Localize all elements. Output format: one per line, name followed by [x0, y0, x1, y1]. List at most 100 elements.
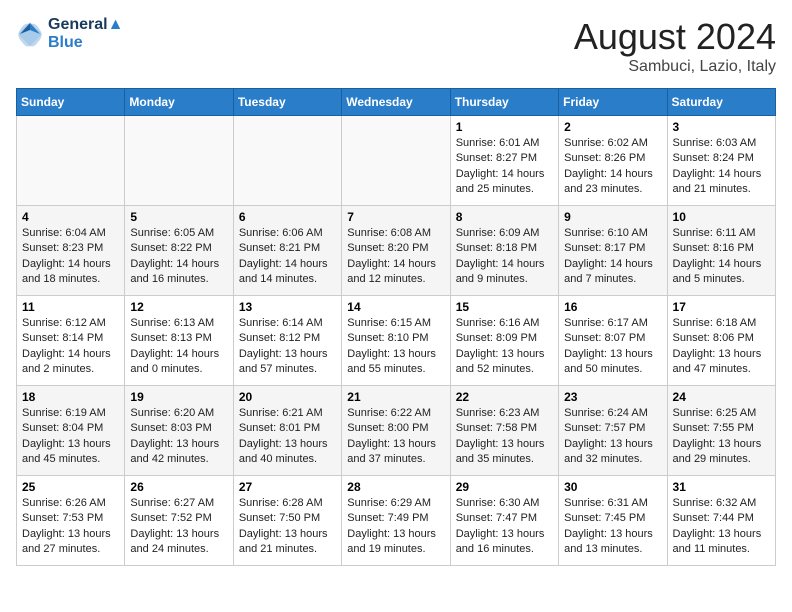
calendar-cell: 10Sunrise: 6:11 AM Sunset: 8:16 PM Dayli… — [667, 206, 775, 296]
calendar-cell: 27 Sunrise: 6:28 AM Sunset: 7:50 PM Dayli… — [233, 476, 341, 566]
day-info: Sunrise: 6:08 AM Sunset: 8:20 PM Dayligh… — [347, 226, 444, 288]
day-info: Sunrise: 6:06 AM Sunset: 8:21 PM Dayligh… — [239, 226, 336, 288]
weekday-monday: Monday — [125, 89, 233, 116]
weekday-sunday: Sunday — [17, 89, 125, 116]
day-info: Sunrise: 6:12 AM Sunset: 8:14 PM Dayligh… — [22, 316, 119, 378]
calendar-cell: 14Sunrise: 6:15 AM Sunset: 8:10 PM Dayli… — [342, 296, 450, 386]
day-info: Sunrise: 6:16 AM Sunset: 8:09 PM Dayligh… — [456, 316, 553, 378]
calendar-cell — [342, 116, 450, 206]
day-info: Sunrise: 6:10 AM Sunset: 8:17 PM Dayligh… — [564, 226, 661, 288]
weekday-tuesday: Tuesday — [233, 89, 341, 116]
day-info: Sunrise: 6:05 AM Sunset: 8:22 PM Dayligh… — [130, 226, 227, 288]
calendar-cell: 11 Sunrise: 6:12 AM Sunset: 8:14 PM Dayli… — [17, 296, 125, 386]
calendar-cell: 28Sunrise: 6:29 AM Sunset: 7:49 PM Dayli… — [342, 476, 450, 566]
day-info: Sunrise: 6:19 AM Sunset: 8:04 PM Dayligh… — [22, 406, 119, 468]
logo-text: General▲ Blue — [48, 16, 123, 52]
calendar-cell: 26 Sunrise: 6:27 AM Sunset: 7:52 PM Dayli… — [125, 476, 233, 566]
title-block: August 2024 Sambuci, Lazio, Italy — [574, 16, 776, 76]
calendar-cell: 16 Sunrise: 6:17 AM Sunset: 8:07 PM Dayli… — [559, 296, 667, 386]
day-number: 16 — [564, 300, 661, 314]
calendar-cell: 2Sunrise: 6:02 AM Sunset: 8:26 PM Daylig… — [559, 116, 667, 206]
day-info: Sunrise: 6:31 AM Sunset: 7:45 PM Dayligh… — [564, 496, 661, 558]
calendar-cell: 1 Sunrise: 6:01 AM Sunset: 8:27 PM Daylig… — [450, 116, 558, 206]
day-number: 11 — [22, 300, 119, 314]
day-number: 6 — [239, 210, 336, 224]
day-number: 17 — [673, 300, 770, 314]
calendar-cell: 29 Sunrise: 6:30 AM Sunset: 7:47 PM Dayli… — [450, 476, 558, 566]
weekday-friday: Friday — [559, 89, 667, 116]
calendar-cell: 6 Sunrise: 6:06 AM Sunset: 8:21 PM Daylig… — [233, 206, 341, 296]
calendar-cell: 7 Sunrise: 6:08 AM Sunset: 8:20 PM Daylig… — [342, 206, 450, 296]
day-number: 22 — [456, 390, 553, 404]
day-number: 7 — [347, 210, 444, 224]
day-number: 8 — [456, 210, 553, 224]
calendar-cell: 12 Sunrise: 6:13 AM Sunset: 8:13 PM Dayli… — [125, 296, 233, 386]
calendar-cell: 15 Sunrise: 6:16 AM Sunset: 8:09 PM Dayli… — [450, 296, 558, 386]
day-info: Sunrise: 6:04 AM Sunset: 8:23 PM Dayligh… — [22, 226, 119, 288]
calendar-week-1: 1 Sunrise: 6:01 AM Sunset: 8:27 PM Daylig… — [17, 116, 776, 206]
day-info: Sunrise: 6:18 AM Sunset: 8:06 PM Dayligh… — [673, 316, 770, 378]
day-number: 1 — [456, 120, 553, 134]
calendar-table: SundayMondayTuesdayWednesdayThursdayFrid… — [16, 88, 776, 566]
calendar-cell: 20Sunrise: 6:21 AM Sunset: 8:01 PM Dayli… — [233, 386, 341, 476]
day-number: 18 — [22, 390, 119, 404]
day-number: 15 — [456, 300, 553, 314]
day-info: Sunrise: 6:26 AM Sunset: 7:53 PM Dayligh… — [22, 496, 119, 558]
day-info: Sunrise: 6:24 AM Sunset: 7:57 PM Dayligh… — [564, 406, 661, 468]
day-info: Sunrise: 6:23 AM Sunset: 7:58 PM Dayligh… — [456, 406, 553, 468]
day-number: 19 — [130, 390, 227, 404]
day-number: 29 — [456, 480, 553, 494]
day-info: Sunrise: 6:28 AM Sunset: 7:50 PM Dayligh… — [239, 496, 336, 558]
day-info: Sunrise: 6:09 AM Sunset: 8:18 PM Dayligh… — [456, 226, 553, 288]
day-info: Sunrise: 6:13 AM Sunset: 8:13 PM Dayligh… — [130, 316, 227, 378]
calendar-cell — [233, 116, 341, 206]
calendar-week-5: 25 Sunrise: 6:26 AM Sunset: 7:53 PM Dayli… — [17, 476, 776, 566]
calendar-cell: 22 Sunrise: 6:23 AM Sunset: 7:58 PM Dayli… — [450, 386, 558, 476]
logo: General▲ Blue — [16, 16, 123, 52]
weekday-thursday: Thursday — [450, 89, 558, 116]
calendar-cell: 25 Sunrise: 6:26 AM Sunset: 7:53 PM Dayli… — [17, 476, 125, 566]
day-info: Sunrise: 6:29 AM Sunset: 7:49 PM Dayligh… — [347, 496, 444, 558]
day-number: 20 — [239, 390, 336, 404]
day-info: Sunrise: 6:27 AM Sunset: 7:52 PM Dayligh… — [130, 496, 227, 558]
day-info: Sunrise: 6:01 AM Sunset: 8:27 PM Dayligh… — [456, 136, 553, 198]
calendar-cell: 17 Sunrise: 6:18 AM Sunset: 8:06 PM Dayli… — [667, 296, 775, 386]
day-info: Sunrise: 6:25 AM Sunset: 7:55 PM Dayligh… — [673, 406, 770, 468]
calendar-cell: 8 Sunrise: 6:09 AM Sunset: 8:18 PM Daylig… — [450, 206, 558, 296]
day-info: Sunrise: 6:15 AM Sunset: 8:10 PM Dayligh… — [347, 316, 444, 378]
calendar-cell — [17, 116, 125, 206]
day-number: 30 — [564, 480, 661, 494]
day-info: Sunrise: 6:30 AM Sunset: 7:47 PM Dayligh… — [456, 496, 553, 558]
calendar-cell: 18 Sunrise: 6:19 AM Sunset: 8:04 PM Dayli… — [17, 386, 125, 476]
day-number: 13 — [239, 300, 336, 314]
day-number: 27 — [239, 480, 336, 494]
day-info: Sunrise: 6:11 AM Sunset: 8:16 PM Dayligh… — [673, 226, 770, 288]
day-number: 21 — [347, 390, 444, 404]
calendar-cell: 3 Sunrise: 6:03 AM Sunset: 8:24 PM Daylig… — [667, 116, 775, 206]
calendar-cell: 4Sunrise: 6:04 AM Sunset: 8:23 PM Daylig… — [17, 206, 125, 296]
day-info: Sunrise: 6:22 AM Sunset: 8:00 PM Dayligh… — [347, 406, 444, 468]
day-info: Sunrise: 6:14 AM Sunset: 8:12 PM Dayligh… — [239, 316, 336, 378]
day-info: Sunrise: 6:17 AM Sunset: 8:07 PM Dayligh… — [564, 316, 661, 378]
calendar-cell: 23 Sunrise: 6:24 AM Sunset: 7:57 PM Dayli… — [559, 386, 667, 476]
day-number: 26 — [130, 480, 227, 494]
calendar-cell: 9Sunrise: 6:10 AM Sunset: 8:17 PM Daylig… — [559, 206, 667, 296]
calendar-cell: 31Sunrise: 6:32 AM Sunset: 7:44 PM Dayli… — [667, 476, 775, 566]
day-number: 3 — [673, 120, 770, 134]
weekday-wednesday: Wednesday — [342, 89, 450, 116]
day-number: 31 — [673, 480, 770, 494]
day-number: 23 — [564, 390, 661, 404]
calendar-week-4: 18 Sunrise: 6:19 AM Sunset: 8:04 PM Dayli… — [17, 386, 776, 476]
day-number: 12 — [130, 300, 227, 314]
day-number: 2 — [564, 120, 661, 134]
calendar-cell: 24Sunrise: 6:25 AM Sunset: 7:55 PM Dayli… — [667, 386, 775, 476]
calendar-cell: 21 Sunrise: 6:22 AM Sunset: 8:00 PM Dayli… — [342, 386, 450, 476]
day-info: Sunrise: 6:20 AM Sunset: 8:03 PM Dayligh… — [130, 406, 227, 468]
day-number: 25 — [22, 480, 119, 494]
calendar-cell: 19 Sunrise: 6:20 AM Sunset: 8:03 PM Dayli… — [125, 386, 233, 476]
weekday-saturday: Saturday — [667, 89, 775, 116]
location: Sambuci, Lazio, Italy — [574, 58, 776, 76]
calendar-cell: 30 Sunrise: 6:31 AM Sunset: 7:45 PM Dayli… — [559, 476, 667, 566]
day-info: Sunrise: 6:03 AM Sunset: 8:24 PM Dayligh… — [673, 136, 770, 198]
day-number: 5 — [130, 210, 227, 224]
